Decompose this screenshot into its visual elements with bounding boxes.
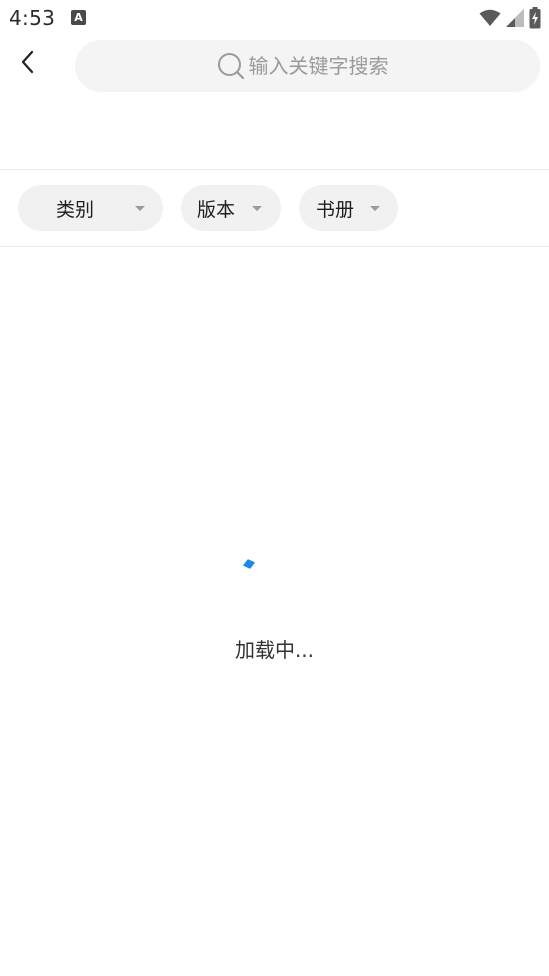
filter-category-label: 类别 bbox=[56, 198, 95, 221]
loading-spinner-icon bbox=[242, 559, 256, 569]
header bbox=[0, 36, 549, 96]
search-icon bbox=[217, 52, 245, 80]
caret-down-icon bbox=[370, 206, 380, 211]
filter-version-dropdown[interactable]: 版本 bbox=[181, 185, 281, 231]
notification-a-icon: A bbox=[71, 10, 86, 25]
search-input[interactable] bbox=[248, 54, 399, 78]
filter-version-label: 版本 bbox=[197, 198, 236, 221]
status-icons bbox=[479, 7, 541, 29]
filter-book-dropdown[interactable]: 书册 bbox=[299, 185, 398, 231]
divider bbox=[0, 246, 549, 247]
filter-category-dropdown[interactable]: 类别 bbox=[18, 185, 163, 231]
status-bar: 4:53 A bbox=[0, 0, 549, 36]
filter-bar: 类别 版本 书册 bbox=[0, 170, 549, 246]
caret-down-icon bbox=[252, 206, 262, 211]
caret-down-icon bbox=[135, 206, 145, 211]
chevron-left-icon bbox=[21, 50, 34, 74]
loading-text: 加载中... bbox=[234, 638, 315, 662]
filter-book-label: 书册 bbox=[316, 198, 355, 221]
wifi-icon bbox=[479, 9, 501, 26]
back-button[interactable] bbox=[12, 46, 42, 78]
battery-charging-icon bbox=[529, 7, 541, 29]
search-box[interactable] bbox=[75, 40, 540, 92]
status-time: 4:53 bbox=[9, 6, 56, 30]
signal-icon bbox=[506, 9, 524, 27]
